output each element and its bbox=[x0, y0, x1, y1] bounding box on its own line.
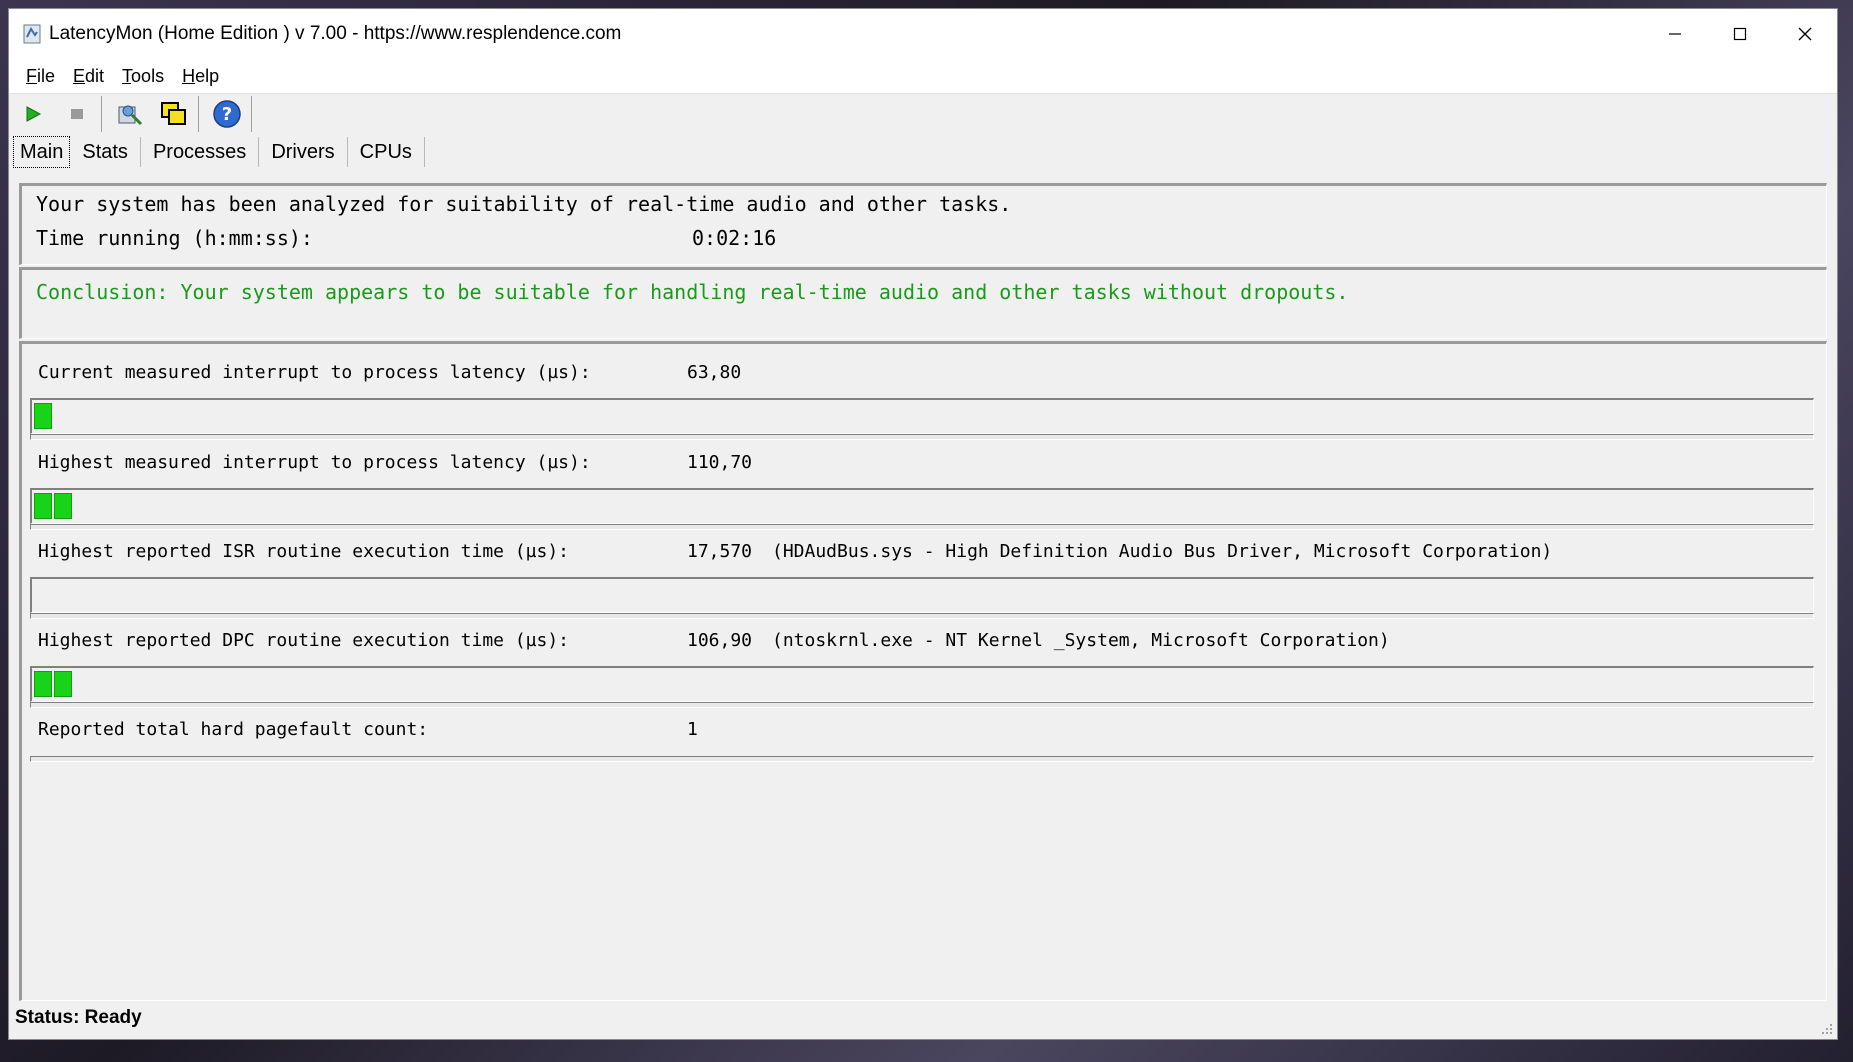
metric-divider bbox=[30, 756, 1814, 762]
analyzed-text: Your system has been analyzed for suitab… bbox=[36, 192, 1012, 216]
status-bar: Status: Ready bbox=[9, 997, 1837, 1039]
menu-bar: File Edit Tools Help bbox=[9, 59, 1837, 94]
latency-bar bbox=[30, 488, 1814, 524]
metric-value: 106,90 bbox=[687, 630, 753, 651]
tab-drivers[interactable]: Drivers bbox=[259, 137, 348, 167]
analyze-icon bbox=[118, 105, 143, 126]
latency-bar bbox=[30, 666, 1814, 702]
menu-edit[interactable]: Edit bbox=[72, 66, 105, 87]
window-button[interactable] bbox=[154, 95, 194, 133]
metric-divider bbox=[30, 613, 1814, 619]
menu-help[interactable]: Help bbox=[181, 66, 220, 87]
tab-stats[interactable]: Stats bbox=[70, 137, 141, 167]
metric-label: Highest measured interrupt to process la… bbox=[38, 452, 591, 473]
metrics-panel: Current measured interrupt to process la… bbox=[19, 341, 1827, 1001]
metric-value: 1 bbox=[687, 719, 698, 740]
maximize-icon bbox=[1733, 27, 1746, 41]
window-title: LatencyMon (Home Edition ) v 7.00 - http… bbox=[49, 23, 622, 44]
latency-bar-segment bbox=[34, 403, 52, 429]
metric-label: Reported total hard pagefault count: bbox=[38, 719, 429, 740]
latency-bar-segment bbox=[54, 671, 72, 697]
help-button[interactable]: ? bbox=[207, 95, 247, 133]
status-text: Status: Ready bbox=[15, 1007, 142, 1028]
latencymon-window: LatencyMon (Home Edition ) v 7.00 - http… bbox=[8, 8, 1838, 1040]
minimize-button[interactable] bbox=[1642, 9, 1707, 59]
play-icon bbox=[26, 106, 42, 122]
latency-bar-fill bbox=[34, 493, 74, 521]
metric-detail: (HDAudBus.sys - High Definition Audio Bu… bbox=[772, 541, 1553, 562]
tab-main[interactable]: Main bbox=[13, 136, 71, 168]
conclusion-text: Conclusion: Your system appears to be su… bbox=[36, 280, 1349, 304]
analysis-info-panel: Your system has been analyzed for suitab… bbox=[19, 183, 1827, 265]
conclusion-panel: Conclusion: Your system appears to be su… bbox=[19, 267, 1827, 339]
tab-processes-label: Processes bbox=[152, 141, 247, 163]
toolbar-separator bbox=[101, 96, 102, 132]
metric-label: Current measured interrupt to process la… bbox=[38, 362, 591, 383]
tab-stats-label: Stats bbox=[82, 141, 128, 163]
latency-bar-fill bbox=[34, 403, 54, 431]
tab-processes[interactable]: Processes bbox=[141, 137, 260, 167]
start-button[interactable] bbox=[13, 95, 53, 133]
latency-bar-segment bbox=[34, 493, 52, 519]
metric-divider bbox=[30, 702, 1814, 708]
app-icon bbox=[23, 24, 41, 44]
metric-divider bbox=[30, 434, 1814, 440]
maximize-button[interactable] bbox=[1707, 9, 1772, 59]
latency-bar bbox=[30, 398, 1814, 434]
latency-bar bbox=[30, 577, 1814, 613]
latency-bar-segment bbox=[54, 493, 72, 519]
tab-cpus[interactable]: CPUs bbox=[348, 137, 425, 167]
metric-value: 110,70 bbox=[687, 452, 753, 473]
menu-file[interactable]: File bbox=[25, 66, 56, 87]
close-button[interactable] bbox=[1772, 9, 1837, 59]
help-icon: ? bbox=[213, 100, 241, 128]
latency-bar-segment bbox=[34, 671, 52, 697]
window-icon bbox=[161, 102, 186, 125]
stop-button[interactable] bbox=[57, 95, 97, 133]
window-controls bbox=[1642, 9, 1837, 59]
toolbar: ? bbox=[9, 94, 1837, 134]
toolbar-separator bbox=[198, 96, 199, 132]
tab-main-label: Main bbox=[20, 141, 64, 163]
analyze-button[interactable] bbox=[110, 95, 150, 133]
time-running-label: Time running (h:mm:ss): bbox=[36, 226, 313, 250]
metric-value: 17,570 bbox=[687, 541, 753, 562]
close-icon bbox=[1798, 27, 1811, 41]
tab-cpus-label: CPUs bbox=[359, 141, 412, 163]
toolbar-separator bbox=[251, 96, 252, 132]
resize-grip-icon[interactable] bbox=[1819, 1021, 1833, 1035]
menu-tools[interactable]: Tools bbox=[121, 66, 165, 87]
minimize-icon bbox=[1668, 33, 1681, 35]
latency-bar-fill bbox=[34, 671, 74, 699]
metric-label: Highest reported DPC routine execution t… bbox=[38, 630, 570, 651]
metric-divider bbox=[30, 524, 1814, 530]
title-bar[interactable]: LatencyMon (Home Edition ) v 7.00 - http… bbox=[9, 9, 1837, 59]
metric-value: 63,80 bbox=[687, 362, 742, 383]
stop-icon bbox=[71, 109, 83, 119]
metric-label: Highest reported ISR routine execution t… bbox=[38, 541, 570, 562]
tab-bar: Main Stats Processes Drivers CPUs bbox=[9, 135, 425, 169]
metric-detail: (ntoskrnl.exe - NT Kernel _System, Micro… bbox=[772, 630, 1390, 651]
tab-drivers-label: Drivers bbox=[271, 141, 335, 163]
time-running-value: 0:02:16 bbox=[692, 226, 777, 250]
svg-text:?: ? bbox=[222, 104, 232, 125]
